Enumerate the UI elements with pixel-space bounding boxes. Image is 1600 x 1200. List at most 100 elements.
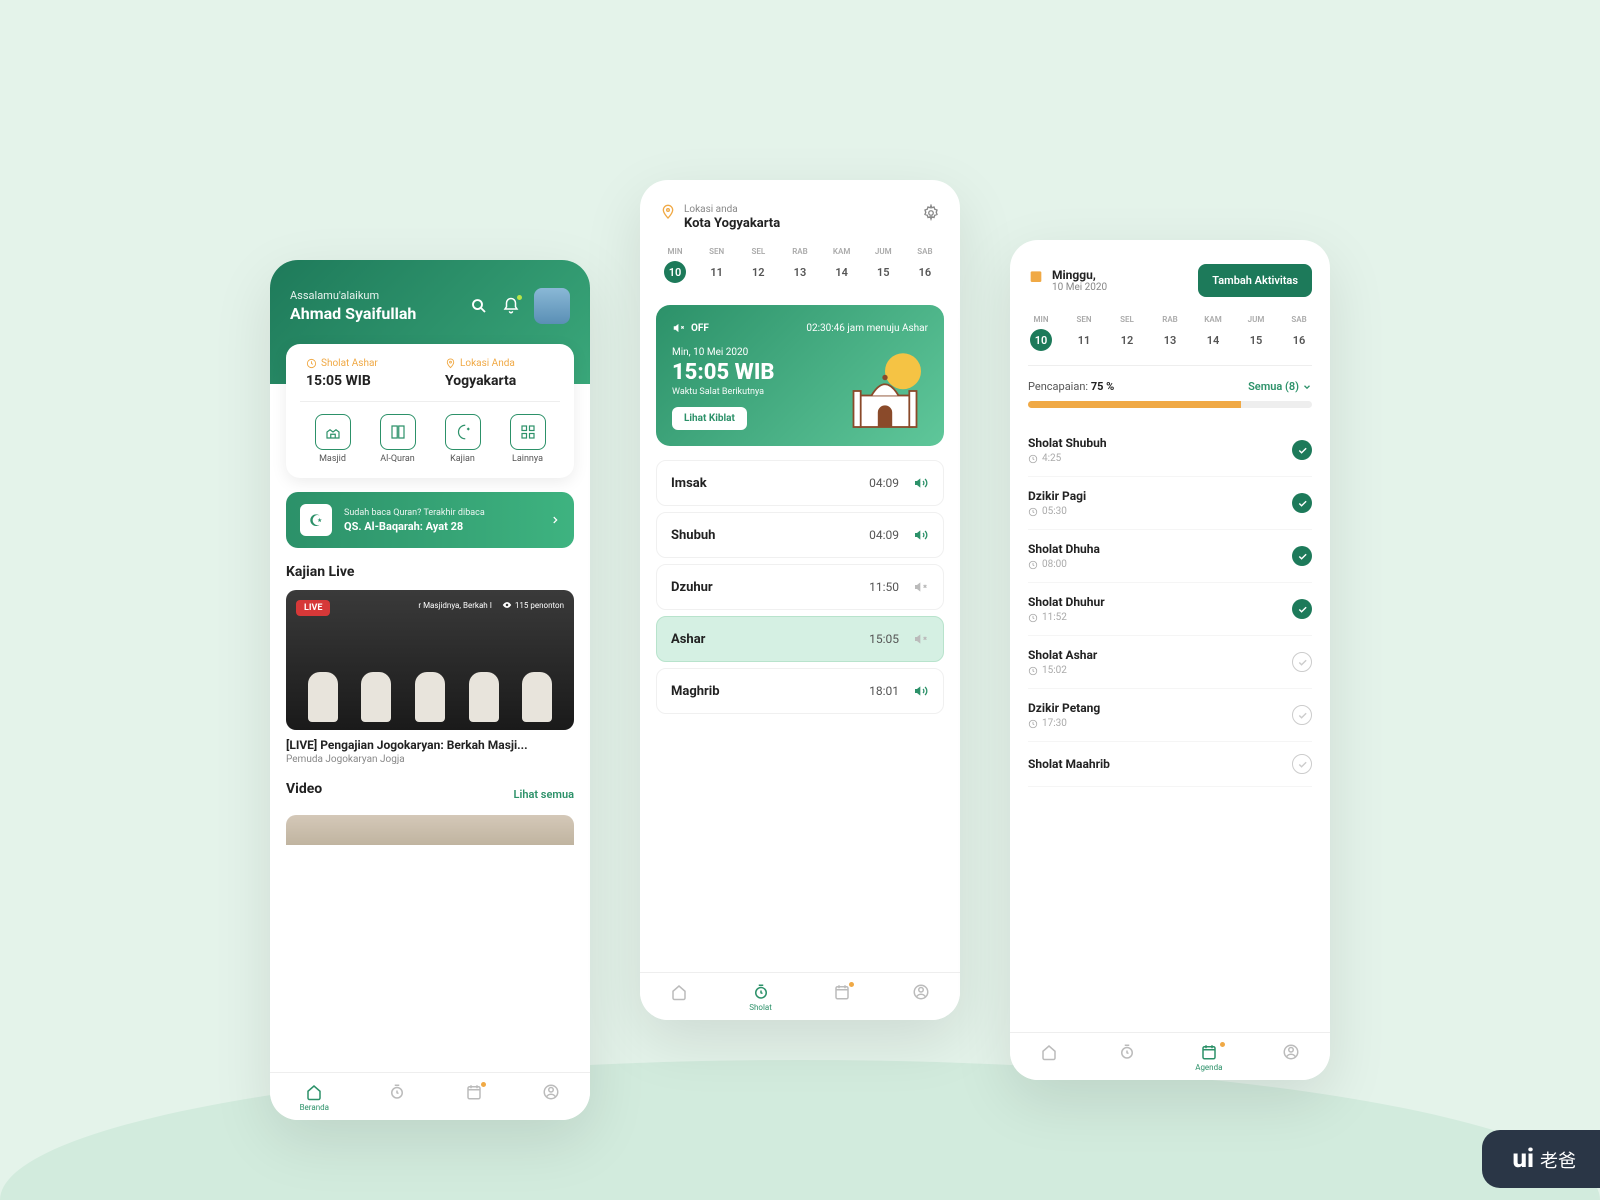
shortcut-quran[interactable]: Al-Quran	[380, 414, 416, 464]
bottom-nav: Beranda	[270, 1072, 590, 1120]
prayer-row[interactable]: Shubuh 04:09	[656, 512, 944, 558]
quran-subtitle: Sudah baca Quran? Terakhir dibaca	[344, 508, 538, 518]
day-item[interactable]: SAB16	[914, 247, 936, 283]
day-item[interactable]: KAM14	[1202, 315, 1224, 351]
sound-toggle[interactable]: OFF	[672, 321, 709, 335]
video-thumbnail[interactable]	[286, 815, 574, 845]
nav-sholat[interactable]: Sholat	[749, 983, 772, 1012]
prayer-times-list: Imsak 04:09 Shubuh 04:09 Dzuhur 11:50 As…	[640, 446, 960, 714]
task-time: 17:30	[1028, 718, 1100, 729]
home-icon	[1040, 1043, 1058, 1061]
task-row[interactable]: Dzikir Pagi 05:30	[1028, 477, 1312, 530]
day-item[interactable]: SAB16	[1288, 315, 1310, 351]
progress-bar	[1028, 401, 1312, 408]
live-channel: Pemuda Jogokaryan Jogja	[286, 754, 574, 765]
video-section-title: Video	[286, 781, 322, 797]
bottom-nav: Sholat	[640, 972, 960, 1020]
day-item[interactable]: SEN11	[1073, 315, 1095, 351]
prayer-name: Ashar	[671, 632, 705, 647]
location-label: Lokasi Anda	[445, 358, 554, 369]
sound-muted-icon[interactable]	[913, 631, 929, 647]
checkmark-pending-icon[interactable]	[1292, 754, 1312, 774]
checkmark-pending-icon[interactable]	[1292, 652, 1312, 672]
day-item[interactable]: MIN10	[1030, 315, 1052, 351]
greeting: Assalamu'alaikum	[290, 289, 416, 302]
prayer-time: 04:09	[869, 528, 899, 542]
task-name: Sholat Shubuh	[1028, 436, 1107, 450]
sound-on-icon[interactable]	[913, 683, 929, 699]
nav-beranda[interactable]: Beranda	[300, 1083, 329, 1112]
nav-profile[interactable]	[912, 983, 930, 1012]
agenda-date: Minggu,	[1052, 268, 1107, 282]
day-item[interactable]: SEN11	[706, 247, 728, 283]
nav-beranda[interactable]	[1040, 1043, 1058, 1072]
day-item[interactable]: MIN10	[664, 247, 686, 283]
live-thumbnail[interactable]: LIVE r Masjidnya, Berkah I 115 penonton	[286, 590, 574, 730]
checkmark-done-icon[interactable]	[1292, 440, 1312, 460]
checkmark-done-icon[interactable]	[1292, 546, 1312, 566]
checkmark-done-icon[interactable]	[1292, 493, 1312, 513]
avatar[interactable]	[534, 288, 570, 324]
nav-profile[interactable]	[1282, 1043, 1300, 1072]
quran-banner[interactable]: ☪ Sudah baca Quran? Terakhir dibaca QS. …	[286, 492, 574, 548]
nav-agenda[interactable]	[465, 1083, 483, 1112]
sound-muted-icon[interactable]	[913, 579, 929, 595]
task-row[interactable]: Sholat Maahrib	[1028, 742, 1312, 787]
prayer-time: 11:50	[869, 580, 899, 594]
task-time: 05:30	[1028, 506, 1086, 517]
shortcut-kajian[interactable]: Kajian	[445, 414, 481, 464]
pin-icon	[660, 204, 676, 220]
sound-on-icon[interactable]	[913, 527, 929, 543]
checkmark-pending-icon[interactable]	[1292, 705, 1312, 725]
nav-sholat[interactable]	[388, 1083, 406, 1112]
prayer-row[interactable]: Dzuhur 11:50	[656, 564, 944, 610]
day-item[interactable]: JUM15	[872, 247, 894, 283]
bell-icon[interactable]	[502, 297, 520, 315]
nav-profile[interactable]	[542, 1083, 560, 1112]
task-time: 15:02	[1028, 665, 1097, 676]
add-activity-button[interactable]: Tambah Aktivitas	[1198, 264, 1312, 297]
see-all-link[interactable]: Lihat semua	[514, 788, 574, 801]
home-icon	[305, 1083, 323, 1101]
day-item[interactable]: RAB13	[1159, 315, 1181, 351]
day-picker: MIN10 SEN11 SEL12 RAB13 KAM14 JUM15 SAB16	[1028, 315, 1312, 366]
task-row[interactable]: Sholat Dhuhur 11:52	[1028, 583, 1312, 636]
phone-beranda: Assalamu'alaikum Ahmad Syaifullah Sholat	[270, 260, 590, 1120]
live-title: [LIVE] Pengajian Jogokaryan: Berkah Masj…	[286, 738, 574, 752]
chevron-down-icon	[1302, 382, 1312, 392]
task-row[interactable]: Dzikir Petang 17:30	[1028, 689, 1312, 742]
day-item[interactable]: RAB13	[789, 247, 811, 283]
watermark: ui老爸	[1482, 1130, 1600, 1188]
kajian-live-title: Kajian Live	[286, 564, 574, 580]
day-item[interactable]: SEL12	[1116, 315, 1138, 351]
task-row[interactable]: Sholat Shubuh 4:25	[1028, 424, 1312, 477]
mosque-illustration	[840, 346, 930, 436]
settings-icon[interactable]	[922, 204, 940, 222]
task-time: 08:00	[1028, 559, 1100, 570]
day-item[interactable]: KAM14	[831, 247, 853, 283]
shortcut-more[interactable]: Lainnya	[510, 414, 546, 464]
day-item[interactable]: SEL12	[747, 247, 769, 283]
task-time: 11:52	[1028, 612, 1105, 623]
nav-beranda[interactable]	[670, 983, 688, 1012]
task-name: Sholat Dhuha	[1028, 542, 1100, 556]
task-row[interactable]: Sholat Ashar 15:02	[1028, 636, 1312, 689]
live-info: r Masjidnya, Berkah I 115 penonton	[418, 600, 564, 610]
prayer-row[interactable]: Maghrib 18:01	[656, 668, 944, 714]
search-icon[interactable]	[470, 297, 488, 315]
shortcut-masjid[interactable]: Masjid	[315, 414, 351, 464]
kibla-button[interactable]: Lihat Kiblat	[672, 407, 747, 430]
day-picker: MIN10 SEN11 SEL12 RAB13 KAM14 JUM15 SAB16	[660, 247, 940, 283]
prayer-row[interactable]: Ashar 15:05	[656, 616, 944, 662]
nav-sholat[interactable]	[1118, 1043, 1136, 1072]
checkmark-done-icon[interactable]	[1292, 599, 1312, 619]
task-row[interactable]: Sholat Dhuha 08:00	[1028, 530, 1312, 583]
day-item[interactable]: JUM15	[1245, 315, 1267, 351]
prayer-row[interactable]: Imsak 04:09	[656, 460, 944, 506]
user-name: Ahmad Syaifullah	[290, 304, 416, 323]
filter-dropdown[interactable]: Semua (8)	[1248, 380, 1312, 393]
sound-on-icon[interactable]	[913, 475, 929, 491]
nav-agenda[interactable]	[833, 983, 851, 1012]
nav-agenda[interactable]: Agenda	[1195, 1043, 1222, 1072]
task-name: Sholat Ashar	[1028, 648, 1097, 662]
